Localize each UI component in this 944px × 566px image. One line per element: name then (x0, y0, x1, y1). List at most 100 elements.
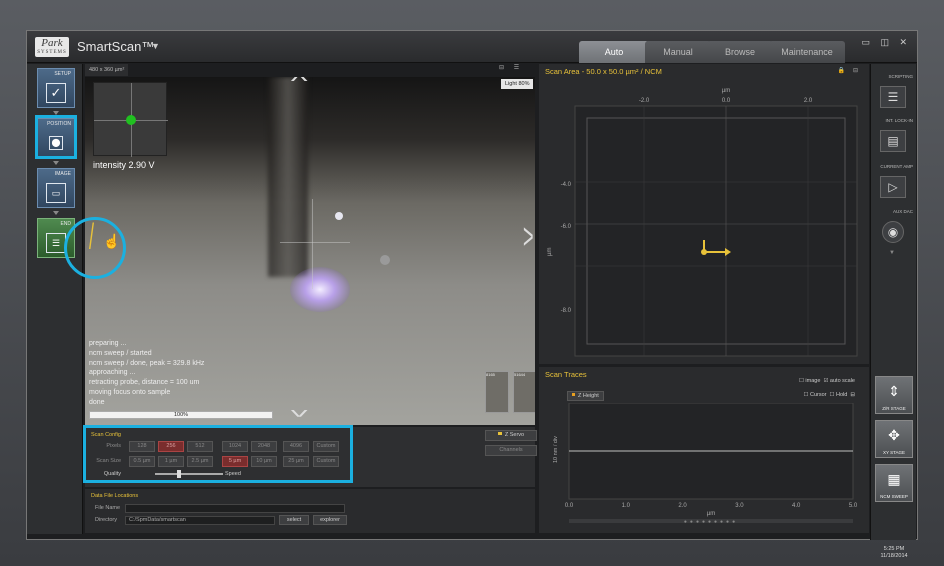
app-title: SmartScan™ (77, 39, 155, 54)
directory-input[interactable]: C:/SpmData/smartscan (125, 516, 275, 525)
y-tick-label: -6.0 (561, 224, 572, 230)
data-file-panel: Data File Locations File Name Directory … (85, 489, 535, 533)
light-level-button[interactable]: Light 80% (501, 79, 534, 89)
top-bar: Park SYSTEMS SmartScan™ ▼ Auto Manual Br… (27, 31, 917, 63)
chevron-up-icon[interactable]: ^ (291, 77, 308, 92)
end-icon: ☰ (46, 233, 66, 253)
progress-bar: 100% (89, 411, 273, 419)
sweep-icon: ▦ (887, 471, 901, 487)
chevron-down-icon[interactable]: ▼ (889, 250, 895, 256)
x-axis-unit: µm (722, 88, 730, 94)
trace-page-dots[interactable]: ●●●●●●●●● (684, 519, 738, 525)
channels-button[interactable]: Channels (485, 445, 537, 456)
amp-icon[interactable]: ▷ (880, 176, 906, 198)
z-servo-indicator-icon (497, 432, 502, 435)
lockin-label: INT. LOCK-IN (885, 118, 913, 123)
y-tick-label: -4.0 (561, 182, 572, 188)
chevron-right-icon[interactable]: > (523, 217, 534, 259)
trace-x-tick: 0.0 (565, 503, 574, 509)
explorer-button[interactable]: explorer (313, 515, 347, 525)
directory-label: Directory (95, 517, 118, 523)
z-servo-button[interactable]: Z Servo (485, 430, 537, 441)
camera-size-label: 480 x 360 µm² (85, 64, 129, 76)
x-tick-label: -2.0 (639, 98, 650, 104)
image-checkbox[interactable]: ☐ (799, 378, 804, 384)
particle (335, 212, 343, 220)
trace-x-tick: 4.0 (792, 503, 801, 509)
aux-dac-label: AUX DAC (892, 209, 913, 214)
scan-trace-plot[interactable]: 10 nm / div 0.0 1.0 2.0 3.0 4.0 5.0 µm ●… (539, 403, 869, 531)
cursor-checkbox[interactable]: ☐ (804, 392, 809, 398)
app-window: Park SYSTEMS SmartScan™ ▼ Auto Manual Br… (26, 30, 918, 559)
plot-frame (574, 105, 858, 357)
intensity-dot (126, 115, 136, 125)
nav-image-button[interactable]: IMAGE ▭ (37, 168, 75, 208)
chevron-down-icon[interactable]: ^ (291, 399, 308, 420)
trace-cursor-options: ☐ Cursor ☐ Hold ⊟ (803, 392, 856, 398)
tab-maintenance[interactable]: Maintenance (769, 41, 845, 63)
scripting-label: SCRIPTING (888, 74, 913, 79)
z-stage-button[interactable]: ⇕ Z/R STAGE (875, 376, 913, 414)
current-amp-label: CURRENT AMP (880, 164, 913, 169)
scan-traces-panel: Scan Traces ☐ image ☑ auto scale ☐ Curso… (539, 367, 869, 533)
scan-traces-title: Scan Traces (545, 370, 587, 379)
file-name-input[interactable] (125, 504, 345, 513)
tab-manual[interactable]: Manual (645, 41, 711, 63)
park-logo: Park SYSTEMS (35, 37, 69, 57)
trace-x-tick: 2.0 (678, 503, 687, 509)
y-axis-unit: µm (547, 248, 553, 256)
intensity-label: intensity 2.90 V (93, 160, 155, 170)
y-tick-label: -8.0 (561, 308, 572, 314)
image-icon: ▭ (46, 183, 66, 203)
lockin-icon[interactable]: ▤ (880, 130, 906, 152)
thumbnail[interactable]: 8165 (485, 371, 509, 413)
intensity-indicator (93, 82, 168, 157)
crosshair-vertical (312, 199, 313, 289)
save-icon[interactable]: ⊟ (850, 392, 855, 398)
trace-display-options: ☐ image ☑ auto scale (798, 378, 855, 384)
dial-icon[interactable]: ◉ (882, 221, 904, 243)
title-dropdown-icon[interactable]: ▼ (151, 41, 160, 51)
thumbnail[interactable]: 51644 (513, 371, 535, 413)
check-icon: ✓ (46, 83, 66, 103)
x-tick-label: 0.0 (722, 98, 731, 104)
auto-scale-checkbox[interactable]: ☑ (823, 378, 828, 384)
nav-arrow-icon (53, 211, 59, 215)
highlight-left-arrow (64, 217, 126, 279)
xy-stage-icon: ✥ (888, 427, 900, 443)
select-button[interactable]: select (279, 515, 309, 525)
trace-x-tick: 5.0 (849, 503, 858, 509)
particle (380, 255, 390, 265)
ncm-sweep-button[interactable]: ▦ NCM SWEEP (875, 464, 913, 502)
nav-setup-button[interactable]: SETUP ✓ (37, 68, 75, 108)
scan-area-controls[interactable]: 🔒 ⊟ (838, 67, 861, 74)
tools-sidebar: SCRIPTING ☰ INT. LOCK-IN ▤ CURRENT AMP ▷… (870, 64, 916, 559)
hold-checkbox[interactable]: ☐ (830, 392, 835, 398)
data-file-title: Data File Locations (91, 493, 139, 499)
status-log: preparing ... ncm sweep / started ncm sw… (89, 340, 205, 406)
highlight-scan-config (83, 425, 353, 483)
clock: 5:25 PM 11/18/2014 (880, 546, 908, 559)
scan-area-panel: Scan Area - 50.0 x 50.0 µm² / NCM 🔒 ⊟ µm… (539, 64, 869, 364)
crosshair-horizontal (280, 242, 350, 243)
xy-stage-button[interactable]: ✥ XY STAGE (875, 420, 913, 458)
scan-area-title: Scan Area - 50.0 x 50.0 µm² / NCM (545, 67, 662, 76)
z-stage-icon: ⇕ (888, 383, 900, 399)
tab-auto[interactable]: Auto (579, 41, 649, 63)
laser-spot (290, 267, 350, 312)
series-swatch (572, 393, 575, 396)
probe-position-marker[interactable] (701, 249, 707, 255)
trace-y-label: 10 nm / div (553, 436, 559, 463)
camera-view-controls[interactable]: ⊟ ☰ (499, 64, 523, 71)
z-height-series-button[interactable]: Z Height (567, 391, 604, 401)
window-controls[interactable]: ▭ ◫ ✕ (861, 37, 911, 48)
x-tick-label: 2.0 (804, 98, 813, 104)
tab-browse[interactable]: Browse (707, 41, 773, 63)
nav-arrow-icon (53, 161, 59, 165)
scan-area-plot[interactable]: µm -2.0 0.0 2.0 -4.0 -6.0 -8.0 µm (539, 76, 869, 364)
camera-view[interactable]: intensity 2.90 V ^ > / ☝ ^ preparing ...… (85, 77, 535, 425)
trace-x-tick: 1.0 (622, 503, 631, 509)
trace-x-label: µm (707, 511, 715, 517)
file-name-label: File Name (95, 505, 121, 511)
script-icon[interactable]: ☰ (880, 86, 906, 108)
